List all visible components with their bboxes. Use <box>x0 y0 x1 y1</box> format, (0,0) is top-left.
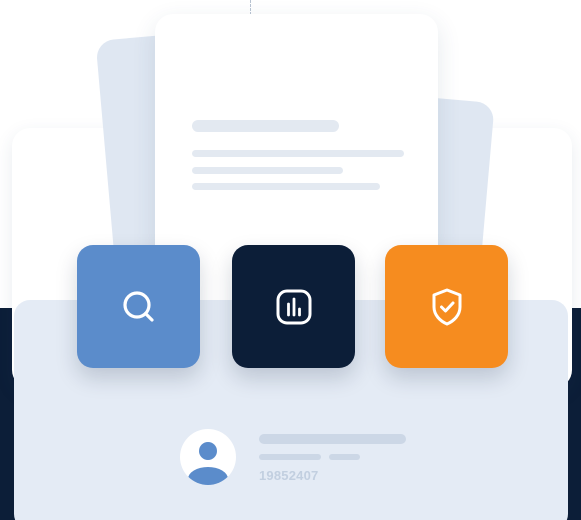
analytics-tile[interactable] <box>232 245 355 368</box>
account-id: 19852407 <box>259 468 319 483</box>
illustration: 19852407 <box>0 0 581 520</box>
connector-line <box>250 0 251 15</box>
shield-check-icon <box>432 288 461 325</box>
document-line-placeholder <box>192 150 404 157</box>
detail-placeholder <box>329 454 360 460</box>
security-tile[interactable] <box>385 245 508 368</box>
search-icon <box>122 290 154 322</box>
document-title-placeholder <box>192 120 339 132</box>
user-icon <box>188 442 228 485</box>
document-line-placeholder <box>192 183 380 190</box>
bar-chart-icon <box>276 289 311 324</box>
detail-placeholder <box>259 454 321 460</box>
document-line-placeholder <box>192 167 343 174</box>
avatar <box>180 429 236 485</box>
search-tile[interactable] <box>77 245 200 368</box>
name-placeholder <box>259 434 406 444</box>
